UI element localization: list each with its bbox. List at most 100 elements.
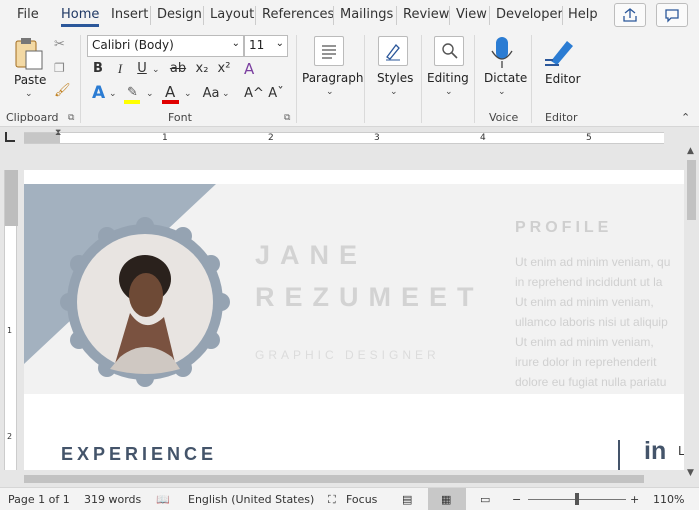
- section-divider: [618, 440, 620, 470]
- underline-button[interactable]: U: [134, 61, 150, 76]
- font-launcher-icon[interactable]: ⧉: [284, 113, 290, 123]
- paragraph-button[interactable]: Paragraph ⌄: [298, 31, 364, 127]
- horizontal-scrollbar[interactable]: [24, 472, 684, 486]
- focus-button[interactable]: Focus: [346, 493, 377, 506]
- search-icon: [434, 36, 464, 66]
- zoom-level[interactable]: 110%: [653, 493, 684, 506]
- copy-icon[interactable]: ❐: [54, 61, 65, 75]
- read-mode-icon[interactable]: ▤: [402, 493, 412, 506]
- profile-text-line: dolore eu fugiat nulla pariatu: [515, 375, 667, 389]
- editor-group-label: Editor: [545, 111, 578, 124]
- collapse-ribbon-icon[interactable]: ⌃: [681, 111, 690, 124]
- change-case-dropdown-icon[interactable]: ⌄: [222, 89, 230, 99]
- editing-button[interactable]: Editing ⌄: [423, 31, 475, 127]
- shrink-font-button[interactable]: Aˇ: [266, 86, 286, 101]
- comment-icon: [665, 9, 679, 23]
- tab-view[interactable]: View: [456, 7, 487, 22]
- comments-button[interactable]: [656, 3, 688, 27]
- bold-button[interactable]: B: [90, 61, 106, 76]
- underline-dropdown-icon[interactable]: ⌄: [152, 65, 160, 75]
- editing-label: Editing: [427, 71, 469, 85]
- editor-group: Editor Editor: [533, 31, 589, 127]
- font-size-combo[interactable]: 11 ⌄: [244, 35, 288, 57]
- tab-home[interactable]: Home: [61, 7, 100, 27]
- print-layout-button[interactable]: ▦: [428, 488, 466, 510]
- status-bar: Page 1 of 1 319 words 📖 English (United …: [0, 487, 699, 510]
- indent-marker-icon[interactable]: ⧗: [55, 128, 61, 138]
- voice-group-label: Voice: [489, 111, 519, 124]
- styles-icon: [378, 36, 408, 66]
- clipboard-group: Paste ⌄ ✂ ❐ 🖌 Clipboard ⧉: [0, 31, 80, 127]
- dictate-dropdown-icon: ⌄: [498, 87, 506, 97]
- ruler-number: 3: [374, 133, 380, 143]
- format-painter-icon[interactable]: 🖌: [54, 83, 71, 98]
- job-title: GRAPHIC DESIGNER: [255, 348, 440, 362]
- subscript-button[interactable]: x₂: [194, 61, 210, 76]
- editor-label: Editor: [545, 72, 581, 86]
- linkedin-icon: in: [644, 437, 667, 465]
- dictate-button[interactable]: Dictate ⌄: [476, 31, 530, 107]
- clipboard-launcher-icon[interactable]: ⧉: [68, 113, 74, 123]
- zoom-in-icon[interactable]: +: [630, 493, 639, 506]
- last-name: REZUMEET: [255, 282, 484, 312]
- tab-layout[interactable]: Layout: [210, 7, 254, 22]
- experience-heading: EXPERIENCE: [61, 444, 218, 464]
- paste-label: Paste: [14, 73, 47, 87]
- print-layout-icon: ▦: [441, 493, 452, 506]
- text-effects-icon[interactable]: A: [92, 83, 105, 103]
- vertical-ruler-scroll-thumb: [5, 170, 18, 226]
- highlight-dropdown-icon[interactable]: ⌄: [146, 89, 154, 99]
- horizontal-ruler: ⧗ 1 2 3 4 5: [0, 128, 699, 146]
- cut-icon[interactable]: ✂: [54, 37, 65, 52]
- change-case-button[interactable]: Aa: [200, 86, 222, 101]
- styles-dropdown-icon: ⌄: [390, 87, 398, 97]
- zoom-out-icon[interactable]: −: [512, 493, 521, 506]
- profile-text-line: irure dolor in reprehenderit: [515, 355, 657, 369]
- editor-button[interactable]: Editor: [533, 31, 589, 105]
- scroll-up-icon[interactable]: ▲: [687, 146, 694, 156]
- tab-help[interactable]: Help: [568, 7, 598, 22]
- font-name-combo[interactable]: Calibri (Body) ⌄: [87, 35, 244, 57]
- font-group: Calibri (Body) ⌄ 11 ⌄ B I U ⌄ ab x₂ x² A A…: [82, 31, 296, 127]
- tab-file[interactable]: File: [17, 7, 39, 22]
- styles-button[interactable]: Styles ⌄: [366, 31, 420, 127]
- paste-dropdown-icon: ⌄: [25, 89, 33, 99]
- word-count[interactable]: 319 words: [84, 493, 141, 506]
- highlight-button[interactable]: ✎: [124, 85, 144, 105]
- header-banner: JANE REZUMEET GRAPHIC DESIGNER PROFILE U…: [24, 184, 684, 394]
- grow-font-button[interactable]: A^: [244, 86, 264, 101]
- font-color-dropdown-icon[interactable]: ⌄: [184, 89, 192, 99]
- proofing-icon[interactable]: 📖: [156, 493, 170, 506]
- tab-stop-selector-icon[interactable]: [5, 132, 15, 142]
- clipboard-group-label: Clipboard: [6, 111, 59, 124]
- editor-pen-icon: [545, 41, 573, 66]
- paragraph-label: Paragraph: [302, 71, 364, 85]
- italic-button[interactable]: I: [112, 61, 128, 77]
- scroll-thumb[interactable]: [687, 160, 696, 220]
- superscript-button[interactable]: x²: [216, 61, 232, 76]
- share-button[interactable]: [614, 3, 646, 27]
- tab-design[interactable]: Design: [157, 7, 202, 22]
- scroll-down-icon[interactable]: ▼: [687, 468, 694, 478]
- text-effects-dropdown-icon[interactable]: ⌄: [109, 89, 117, 99]
- document-page[interactable]: JANE REZUMEET GRAPHIC DESIGNER PROFILE U…: [24, 170, 684, 470]
- profile-text-line: Ut enim ad minim veniam,: [515, 335, 654, 349]
- chevron-down-icon: ⌄: [231, 38, 240, 49]
- tab-review[interactable]: Review: [403, 7, 449, 22]
- profile-heading: PROFILE: [515, 219, 613, 236]
- web-layout-icon[interactable]: ▭: [480, 493, 490, 506]
- scroll-thumb[interactable]: [24, 475, 644, 483]
- tab-mailings[interactable]: Mailings: [340, 7, 393, 22]
- page-count[interactable]: Page 1 of 1: [8, 493, 70, 506]
- tab-developer[interactable]: Developer: [496, 7, 563, 22]
- tab-insert[interactable]: Insert: [111, 7, 148, 22]
- font-color-button[interactable]: A: [162, 83, 182, 105]
- zoom-slider-handle[interactable]: [575, 493, 579, 505]
- ribbon: Paste ⌄ ✂ ❐ 🖌 Clipboard ⧉ Calibri (Body)…: [0, 31, 699, 127]
- vertical-scrollbar[interactable]: ▲ ▼: [684, 146, 699, 482]
- tab-references[interactable]: References: [262, 7, 334, 22]
- clear-formatting-icon[interactable]: A: [244, 60, 254, 78]
- strikethrough-button[interactable]: ab: [168, 61, 188, 76]
- language-status[interactable]: English (United States): [188, 493, 314, 506]
- paste-button[interactable]: Paste ⌄: [8, 35, 50, 101]
